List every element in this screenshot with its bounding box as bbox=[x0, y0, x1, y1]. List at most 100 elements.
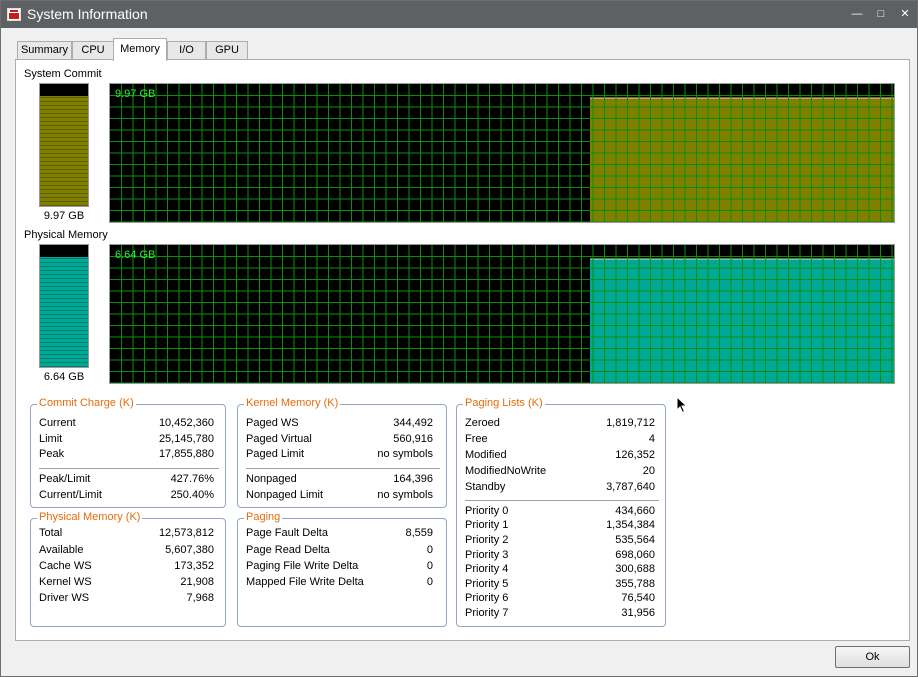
tab-summary[interactable]: Summary bbox=[17, 41, 72, 60]
stat-value: 4 bbox=[648, 433, 655, 445]
stat-row: Priority 7 31,956 bbox=[465, 607, 655, 622]
stat-row: Paged WS 344,492 bbox=[246, 417, 433, 432]
stat-row: Limit 25,145,780 bbox=[39, 433, 214, 448]
group-title: Physical Memory (K) bbox=[37, 511, 143, 523]
stat-label: Paging File Write Delta bbox=[246, 560, 359, 572]
stat-row: Page Fault Delta 8,559 bbox=[246, 527, 433, 542]
stat-row: Priority 0 434,660 bbox=[465, 505, 655, 520]
graph-canvas bbox=[110, 245, 894, 383]
paging-group: Paging Page Fault Delta 8,559 Page Read D… bbox=[237, 511, 447, 627]
stat-value: 427.76% bbox=[170, 473, 214, 485]
stat-label: Priority 4 bbox=[465, 563, 509, 575]
group-title: Paging bbox=[244, 511, 283, 523]
tab-io[interactable]: I/O bbox=[167, 41, 206, 60]
stat-label: Current bbox=[39, 417, 76, 429]
commit-charge-group: Commit Charge (K) Current 10,452,360 Limi… bbox=[30, 397, 226, 508]
stat-value: 434,660 bbox=[615, 505, 655, 517]
mouse-cursor-icon bbox=[676, 396, 688, 414]
graph-canvas bbox=[110, 84, 894, 222]
stat-label: Limit bbox=[39, 433, 63, 445]
stat-value: 300,688 bbox=[615, 563, 655, 575]
stat-label: Priority 7 bbox=[465, 607, 509, 619]
group-title: Kernel Memory (K) bbox=[244, 397, 341, 409]
system-commit-value: 9.97 GB bbox=[43, 210, 85, 222]
stat-label: Paged WS bbox=[246, 417, 299, 429]
close-button[interactable]: ✕ bbox=[894, 5, 916, 23]
stat-value: 1,354,384 bbox=[606, 519, 655, 531]
stat-row: Peak/Limit 427.76% bbox=[39, 473, 214, 488]
stat-row: Free 4 bbox=[465, 433, 655, 448]
stat-value: 250.40% bbox=[170, 489, 214, 501]
stat-label: Nonpaged Limit bbox=[246, 489, 324, 501]
stat-value: no symbols bbox=[377, 489, 433, 501]
stat-value: 21,908 bbox=[180, 576, 214, 588]
divider bbox=[39, 468, 219, 469]
stat-row: Current/Limit 250.40% bbox=[39, 489, 214, 504]
minimize-button[interactable]: — bbox=[846, 5, 868, 23]
physical-memory-level bbox=[40, 257, 88, 367]
stat-row: Paged Virtual 560,916 bbox=[246, 433, 433, 448]
stat-label: Priority 1 bbox=[465, 519, 509, 531]
group-title: Commit Charge (K) bbox=[37, 397, 136, 409]
tab-memory[interactable]: Memory bbox=[113, 38, 167, 61]
stat-value: 12,573,812 bbox=[158, 527, 214, 539]
system-commit-graph-value: 9.97 GB bbox=[115, 88, 156, 100]
stat-value: 355,788 bbox=[615, 578, 655, 590]
stat-value: 0 bbox=[426, 544, 433, 556]
physical-memory-graph-value: 6.64 GB bbox=[115, 249, 156, 261]
stat-value: 344,492 bbox=[393, 417, 433, 429]
maximize-button[interactable]: □ bbox=[870, 5, 892, 23]
physical-memory-history-graph: 6.64 GB bbox=[109, 244, 895, 384]
tab-cpu[interactable]: CPU bbox=[72, 41, 114, 60]
window-title: System Information bbox=[27, 6, 148, 22]
stat-label: Free bbox=[465, 433, 488, 445]
stat-label: Priority 0 bbox=[465, 505, 509, 517]
system-commit-level bbox=[40, 96, 88, 206]
stat-row: Zeroed 1,819,712 bbox=[465, 417, 655, 432]
stat-label: Driver WS bbox=[39, 592, 90, 604]
graph-grid bbox=[110, 84, 894, 222]
graph-grid bbox=[110, 245, 894, 383]
stat-label: Total bbox=[39, 527, 63, 539]
title-bar[interactable]: System Information — □ ✕ bbox=[1, 1, 917, 28]
stat-row: Priority 3 698,060 bbox=[465, 549, 655, 564]
stat-row: Peak 17,855,880 bbox=[39, 448, 214, 463]
tab-gpu[interactable]: GPU bbox=[206, 41, 248, 60]
stat-row: Available 5,607,380 bbox=[39, 544, 214, 559]
stat-row: Nonpaged Limit no symbols bbox=[246, 489, 433, 504]
physical-memory-label: Physical Memory bbox=[24, 229, 108, 241]
stat-value: 698,060 bbox=[615, 549, 655, 561]
stat-value: 0 bbox=[426, 560, 433, 572]
stat-value: 25,145,780 bbox=[158, 433, 214, 445]
stat-row: Priority 6 76,540 bbox=[465, 592, 655, 607]
stat-row: Kernel WS 21,908 bbox=[39, 576, 214, 591]
stat-value: 560,916 bbox=[393, 433, 433, 445]
stat-row: Standby 3,787,640 bbox=[465, 481, 655, 496]
physical-memory-value: 6.64 GB bbox=[43, 371, 85, 383]
stat-label: Peak bbox=[39, 448, 65, 460]
ok-button[interactable]: Ok bbox=[835, 646, 910, 668]
stat-row: Paged Limit no symbols bbox=[246, 448, 433, 463]
stat-label: Page Read Delta bbox=[246, 544, 330, 556]
stat-label: Nonpaged bbox=[246, 473, 297, 485]
system-commit-bar bbox=[39, 83, 89, 207]
divider bbox=[465, 500, 659, 501]
stat-row: Page Read Delta 0 bbox=[246, 544, 433, 559]
stat-row: Priority 5 355,788 bbox=[465, 578, 655, 593]
stat-value: 126,352 bbox=[615, 449, 655, 461]
stat-value: 76,540 bbox=[621, 592, 655, 604]
stat-row: Current 10,452,360 bbox=[39, 417, 214, 432]
stat-row: Mapped File Write Delta 0 bbox=[246, 576, 433, 591]
stat-value: no symbols bbox=[377, 448, 433, 460]
stat-label: Current/Limit bbox=[39, 489, 102, 501]
kernel-memory-group: Kernel Memory (K) Paged WS 344,492 Paged … bbox=[237, 397, 447, 508]
stat-label: Zeroed bbox=[465, 417, 500, 429]
stat-label: Page Fault Delta bbox=[246, 527, 328, 539]
stat-label: Modified bbox=[465, 449, 507, 461]
stat-label: Priority 2 bbox=[465, 534, 509, 546]
stat-row: Priority 1 1,354,384 bbox=[465, 519, 655, 534]
stat-label: Mapped File Write Delta bbox=[246, 576, 364, 588]
stat-label: Peak/Limit bbox=[39, 473, 91, 485]
paging-lists-group: Paging Lists (K) Zeroed 1,819,712 Free 4 M… bbox=[456, 397, 666, 627]
stat-row: Modified 126,352 bbox=[465, 449, 655, 464]
